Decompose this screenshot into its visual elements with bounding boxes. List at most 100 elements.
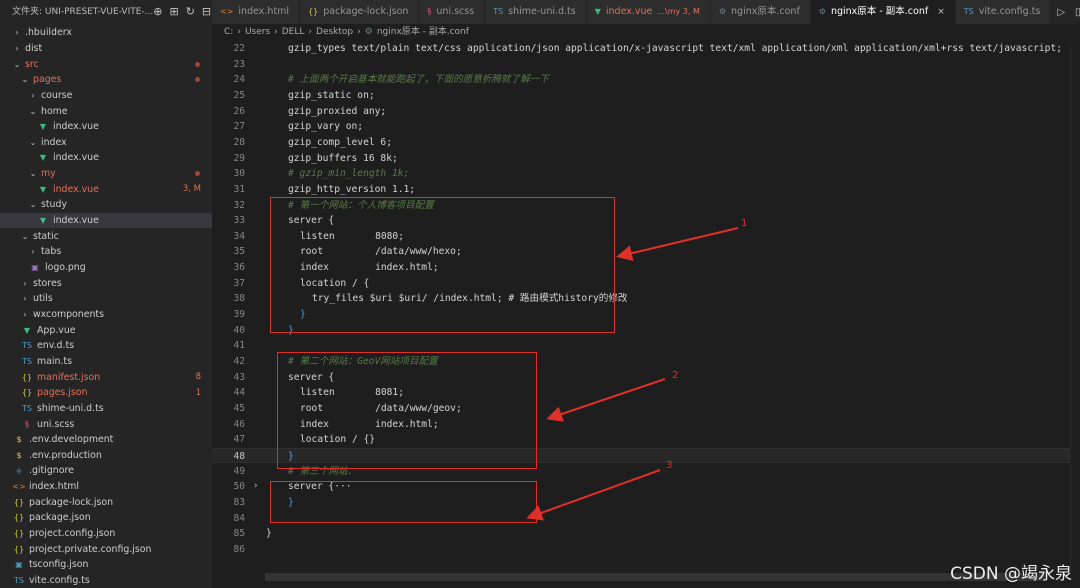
typescript-file-icon: TS [22,403,32,413]
line-number: 46 [233,418,245,430]
line-number: 84 [233,512,245,524]
env-file-icon: $ [16,450,22,460]
tree-folder[interactable]: ⌄ index [0,135,212,151]
problem-badge: 1 [195,387,201,398]
chevron-down-icon[interactable]: ⌄ [12,60,22,69]
tree-folder[interactable]: › wxcomponents [0,307,212,323]
tree-file[interactable]: {} package-lock.json [0,495,212,511]
breadcrumb-item[interactable]: Users [245,24,270,41]
tree-file[interactable]: ▼ App.vue [0,322,212,338]
tree-folder[interactable]: › tabs [0,244,212,260]
chevron-down-icon[interactable]: ⌄ [28,138,38,147]
tree-file[interactable]: {} package.json [0,510,212,526]
chevron-right-icon[interactable]: › [28,247,38,256]
tree-file[interactable]: $ .env.development [0,432,212,448]
breadcrumb-item[interactable]: Desktop [316,24,353,41]
tree-item-label: static [33,230,59,242]
tree-file[interactable]: {} project.private.config.json [0,541,212,557]
editor-tab[interactable]: {} package-lock.json [300,0,420,24]
annotation-box-3 [270,481,537,523]
collapse-all-icon[interactable]: ⊟ [202,0,211,24]
tree-item-label: .hbuilderx [25,27,72,39]
editor-tabs: <> index.html {} package-lock.json § uni.scss… [212,0,1080,24]
tree-file[interactable]: TS vite.config.ts [0,573,212,588]
code-line: 86 [212,542,1080,558]
tree-folder[interactable]: › course [0,88,212,104]
breadcrumb-item[interactable]: DELL [282,24,305,41]
tree-folder[interactable]: ⌄ my [0,166,212,182]
editor-tab[interactable]: ⚙ nginx原本.conf [710,0,811,24]
refresh-icon[interactable]: ↻ [186,0,195,24]
line-number: 39 [233,309,245,321]
horizontal-scrollbar[interactable] [265,573,1045,581]
json-file-icon: {} [13,497,25,507]
tree-folder[interactable]: ⌄ src [0,56,212,72]
vertical-scrollbar[interactable] [1070,41,1080,573]
editor-tab[interactable]: ⚙ nginx原本 - 副本.conf × [810,0,956,24]
tree-item-label: shime-uni.d.ts [37,402,104,414]
tree-file[interactable]: TS main.ts [0,354,212,370]
new-file-icon[interactable]: ⊕ [153,0,162,24]
editor-tab[interactable]: § uni.scss [419,0,486,24]
tree-folder[interactable]: ⌄ home [0,103,212,119]
run-icon[interactable]: ▷ [1057,7,1065,18]
chevron-down-icon[interactable]: ⌄ [20,232,30,241]
line-number: 49 [233,465,245,477]
tree-file[interactable]: $ .env.production [0,448,212,464]
annotation-box-1 [270,197,615,333]
tree-file[interactable]: ▣ tsconfig.json [0,557,212,573]
tree-file[interactable]: ▼ index.vue [0,150,212,166]
tree-folder[interactable]: ⌄ pages [0,72,212,88]
tree-file[interactable]: TS env.d.ts [0,338,212,354]
breadcrumb-item[interactable]: C: [224,24,233,41]
chevron-right-icon: › [308,27,313,37]
tree-folder[interactable]: ⌄ static [0,228,212,244]
chevron-down-icon[interactable]: ⌄ [28,107,38,116]
chevron-right-icon[interactable]: › [20,279,30,288]
split-editor-icon[interactable]: ◫ [1075,7,1080,18]
tree-file[interactable]: § uni.scss [0,416,212,432]
breadcrumb-item[interactable]: nginx原本 - 副本.conf [377,24,469,41]
tree-file[interactable]: {} project.config.json [0,526,212,542]
tree-file[interactable]: {} manifest.json 8 [0,369,212,385]
chevron-down-icon[interactable]: ⌄ [28,169,38,178]
chevron-right-icon[interactable]: › [12,28,22,37]
tree-folder[interactable]: › dist [0,41,212,57]
editor-tab[interactable]: ▼ index.vue ...\my 3, M [586,0,711,24]
chevron-right-icon[interactable]: › [20,310,30,319]
new-folder-icon[interactable]: ⊞ [169,0,178,24]
fold-chevron-icon[interactable]: › [253,479,258,495]
chevron-down-icon[interactable]: ⌄ [20,75,30,84]
chevron-right-icon[interactable]: › [28,91,38,100]
tree-file[interactable]: TS shime-uni.d.ts [0,401,212,417]
tree-file[interactable]: {} pages.json 1 [0,385,212,401]
chevron-right-icon[interactable]: › [12,44,22,53]
tree-item-label: project.config.json [29,528,116,540]
editor-tab[interactable]: <> index.html [212,0,301,24]
tree-file[interactable]: ▼ index.vue [0,212,212,229]
line-number: 32 [233,199,245,211]
tree-file[interactable]: ◆ .gitignore [0,463,212,479]
tree-folder[interactable]: › utils [0,291,212,307]
chevron-right-icon[interactable]: › [20,294,30,303]
tree-folder[interactable]: › stores [0,275,212,291]
tree-file[interactable]: ▼ index.vue [0,119,212,135]
chevron-down-icon[interactable]: ⌄ [28,200,38,209]
editor-tab[interactable]: TS vite.config.ts [955,0,1052,24]
line-number: 26 [233,105,245,117]
tree-file[interactable]: ▣ logo.png [0,260,212,276]
editor-tab[interactable]: TS shime-uni.d.ts [485,0,587,24]
tree-file[interactable]: ▼ index.vue 3, M [0,182,212,198]
config-file-icon: ⚙ [818,7,826,16]
tree-item-label: pages [33,74,62,86]
tree-file[interactable]: <> index.html [0,479,212,495]
code-line: 28 gzip_comp_level 6; [212,135,1080,151]
code-text: # 上面两个开启基本就能跑起了，下面的愿意折腾就了解一下 [288,74,549,86]
tree-item-label: logo.png [45,262,86,274]
line-number: 45 [233,402,245,414]
code-line: 22 gzip_types text/plain text/css applica… [212,41,1080,57]
typescript-file-icon: TS [14,576,24,586]
tree-folder[interactable]: › .hbuilderx [0,25,212,41]
tree-folder[interactable]: ⌄ study [0,197,212,213]
close-icon[interactable]: × [937,0,945,24]
